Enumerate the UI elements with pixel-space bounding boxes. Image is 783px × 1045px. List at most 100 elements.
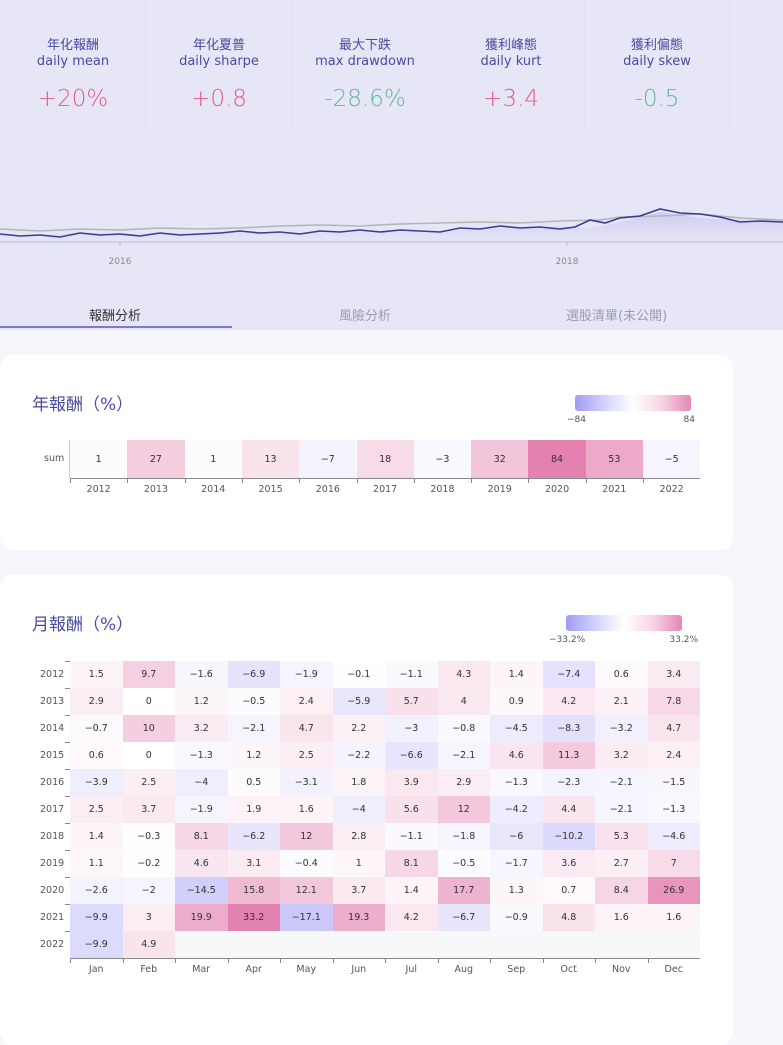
heatmap-cell: 5.7 bbox=[385, 688, 438, 715]
heatmap-cell: 4.2 bbox=[385, 904, 438, 931]
heatmap-cell: −6.2 bbox=[227, 823, 280, 850]
heatmap-cell: −3 bbox=[385, 715, 438, 742]
heatmap-cell: 15.8 bbox=[227, 877, 280, 904]
heatmap-cell: 7 bbox=[647, 850, 700, 877]
heatmap-cell: −1.3 bbox=[490, 769, 543, 796]
stat-skew: 獲利偏態 daily skew -0.5 bbox=[584, 0, 731, 128]
heatmap-cell: 8.4 bbox=[595, 877, 648, 904]
x-tick bbox=[647, 958, 649, 963]
heatmap-cell: −3.2 bbox=[595, 715, 648, 742]
heatmap-cell: −1.3 bbox=[647, 796, 700, 823]
x-tick bbox=[280, 958, 281, 963]
heatmap-cell bbox=[542, 931, 595, 958]
y-tick-label: 2019 bbox=[40, 858, 65, 869]
stat-title: 獲利峰態 bbox=[484, 38, 537, 53]
x-tick-label: 2016 bbox=[109, 257, 132, 267]
y-tick-label: 2017 bbox=[40, 804, 65, 815]
x-tick-label: Feb bbox=[140, 964, 158, 975]
heatmap-cell: 2.1 bbox=[595, 688, 648, 715]
heatmap-cell: −2.1 bbox=[595, 769, 648, 796]
heatmap-cell: −8.3 bbox=[542, 715, 595, 742]
heatmap-cell: 4.6 bbox=[490, 742, 543, 769]
heatmap-cell: 4.7 bbox=[280, 715, 333, 742]
heatmap-cell: 1 bbox=[184, 440, 242, 478]
x-tick-label: 2018 bbox=[556, 257, 579, 267]
heatmap-cell: 11.3 bbox=[542, 742, 595, 769]
stats-row: 年化報酬 daily mean +20% 年化夏普 daily sharpe +… bbox=[0, 0, 783, 135]
heatmap-cell: −9.9 bbox=[70, 904, 123, 931]
equity-curve-chart: 2016 2018 bbox=[0, 208, 783, 267]
heatmap-cell: 1.4 bbox=[385, 877, 438, 904]
heatmap-cell bbox=[437, 931, 490, 958]
heatmap-cell: 4.4 bbox=[542, 796, 595, 823]
heatmap-cell: 4.8 bbox=[542, 904, 595, 931]
heatmap-cell: −2.1 bbox=[595, 796, 648, 823]
x-tick-label: 2012 bbox=[86, 484, 111, 495]
heatmap-cell bbox=[280, 931, 333, 958]
tab-risk-analysis[interactable]: 風險分析 bbox=[339, 305, 391, 324]
heatmap-cell: −7.4 bbox=[542, 661, 595, 688]
heatmap-cell: 19.9 bbox=[175, 904, 228, 931]
legend-gradient bbox=[575, 395, 691, 411]
tab-stock-list[interactable]: 選股清單(未公開) bbox=[566, 305, 667, 324]
heatmap-cell: 0.6 bbox=[70, 742, 123, 769]
heatmap-cell: 3.2 bbox=[595, 742, 648, 769]
heatmap-cell: 2.5 bbox=[122, 769, 175, 796]
x-tick-label: 2018 bbox=[430, 484, 455, 495]
header-panel: 年化報酬 daily mean +20% 年化夏普 daily sharpe +… bbox=[0, 0, 783, 330]
stat-title: 最大下跌 bbox=[338, 38, 391, 53]
heatmap-cell: −1.3 bbox=[175, 742, 228, 769]
heatmap-cell: −1.6 bbox=[175, 661, 228, 688]
y-tick-label: 2012 bbox=[40, 669, 65, 680]
heatmap-cell: −1.7 bbox=[490, 850, 543, 877]
heatmap-cell: −0.5 bbox=[437, 850, 490, 877]
heatmap-cell: −2.6 bbox=[70, 877, 123, 904]
stat-title: 獲利偏態 bbox=[630, 38, 683, 53]
heatmap-cell: 4.3 bbox=[437, 661, 490, 688]
heatmap-cell: 3.9 bbox=[385, 769, 438, 796]
heatmap-cell: 3.6 bbox=[542, 850, 595, 877]
monthly-return-title: 月報酬（%） bbox=[32, 615, 134, 635]
heatmap-cell: 33.2 bbox=[227, 904, 280, 931]
y-tick-label: 2018 bbox=[40, 831, 65, 842]
x-axis bbox=[70, 478, 701, 479]
heatmap-cell: 5.6 bbox=[385, 796, 438, 823]
heatmap-cell: 12 bbox=[437, 796, 490, 823]
heatmap-cell bbox=[595, 931, 648, 958]
heatmap-cell: −5 bbox=[643, 440, 701, 478]
heatmap-cell: 4.2 bbox=[542, 688, 595, 715]
x-tick-label: Aug bbox=[454, 964, 474, 975]
y-axis bbox=[69, 440, 70, 478]
heatmap-cell: −6 bbox=[490, 823, 543, 850]
heatmap-cell: 1.4 bbox=[490, 661, 543, 688]
heatmap-cell: −4.6 bbox=[647, 823, 700, 850]
x-tick bbox=[122, 958, 124, 963]
heatmap-cell: 1.1 bbox=[70, 850, 123, 877]
stat-subtitle: daily kurt bbox=[480, 54, 542, 69]
heatmap-cell: 2.7 bbox=[595, 850, 648, 877]
heatmap-cell bbox=[332, 931, 385, 958]
x-tick-label: Mar bbox=[192, 964, 211, 975]
heatmap-cell: −6.6 bbox=[385, 742, 438, 769]
heatmap-cell: −2 bbox=[122, 877, 175, 904]
stat-annual-return: 年化報酬 daily mean +20% bbox=[0, 0, 147, 128]
heatmap-cell: 26.9 bbox=[647, 877, 700, 904]
active-tab-indicator bbox=[0, 326, 232, 328]
legend-max: 33.2% bbox=[669, 635, 698, 645]
heatmap-cell: 5.3 bbox=[595, 823, 648, 850]
heatmap-cell: −4 bbox=[175, 769, 228, 796]
heatmap-cell: 4 bbox=[437, 688, 490, 715]
heatmap-cell: 1.9 bbox=[227, 796, 280, 823]
heatmap-cell: 2.2 bbox=[332, 715, 385, 742]
heatmap-cell: −1.1 bbox=[385, 661, 438, 688]
heatmap-cell: −0.5 bbox=[227, 688, 280, 715]
x-tick-label: 2016 bbox=[315, 484, 340, 495]
heatmap-cell: −0.9 bbox=[490, 904, 543, 931]
x-tick-label: Jun bbox=[351, 964, 367, 975]
heatmap-cell: −4.2 bbox=[490, 796, 543, 823]
heatmap-cell bbox=[647, 931, 700, 958]
heatmap-cell: −6.7 bbox=[437, 904, 490, 931]
heatmap-cell: 0.7 bbox=[542, 877, 595, 904]
heatmap-cell: −0.3 bbox=[122, 823, 175, 850]
tab-return-analysis[interactable]: 報酬分析 bbox=[89, 305, 141, 324]
